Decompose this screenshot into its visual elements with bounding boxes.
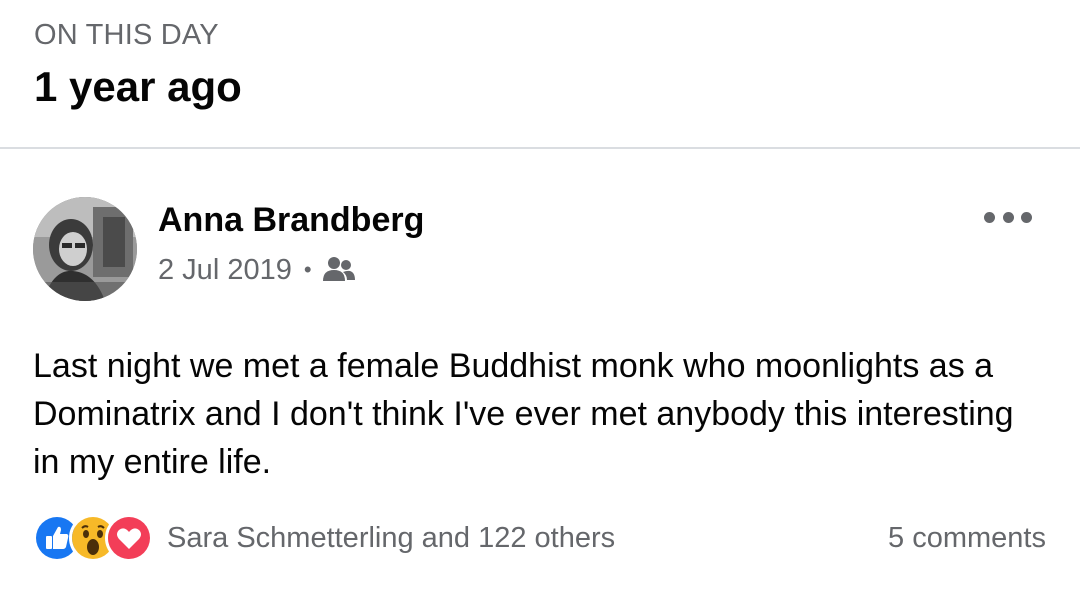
reactions-label: Sara Schmetterling and 122 others bbox=[167, 522, 616, 554]
reactions-summary[interactable]: Sara Schmetterling and 122 others bbox=[33, 514, 616, 562]
memories-header: ON THIS DAY 1 year ago bbox=[34, 18, 242, 110]
author-name[interactable]: Anna Brandberg bbox=[158, 200, 424, 240]
divider bbox=[0, 147, 1080, 149]
post-date[interactable]: 2 Jul 2019 bbox=[158, 252, 292, 288]
avatar-photo bbox=[33, 197, 137, 301]
love-reaction-icon bbox=[105, 514, 153, 562]
more-options-icon[interactable] bbox=[984, 204, 1032, 230]
friends-icon[interactable] bbox=[322, 255, 356, 285]
post-text: Last night we met a female Buddhist monk… bbox=[33, 347, 1014, 481]
post-meta: 2 Jul 2019 • bbox=[158, 251, 356, 289]
memory-card: ON THIS DAY 1 year ago Anna Brandberg 2 … bbox=[0, 0, 1080, 613]
meta-separator: • bbox=[303, 257, 312, 282]
section-title: 1 year ago bbox=[34, 63, 242, 110]
comments-count[interactable]: 5 comments bbox=[888, 520, 1046, 556]
avatar[interactable] bbox=[33, 197, 137, 301]
section-label: ON THIS DAY bbox=[34, 19, 219, 51]
